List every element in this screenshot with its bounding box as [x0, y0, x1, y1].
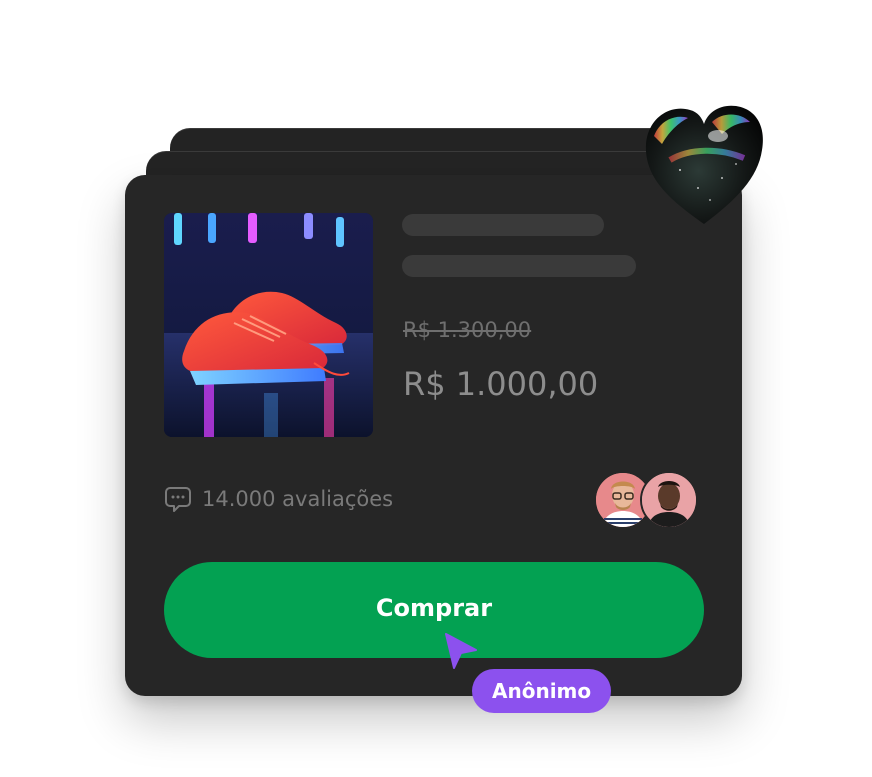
title-placeholder-line [402, 214, 604, 236]
cursor-user-label: Anônimo [472, 669, 612, 713]
subtitle-placeholder-line [402, 255, 636, 277]
reviewer-avatar-2[interactable] [640, 471, 698, 529]
reviews-link[interactable]: 14.000 avaliações [164, 485, 393, 513]
old-price: R$ 1.300,00 [403, 318, 532, 342]
heart-icon[interactable] [640, 100, 768, 232]
product-image[interactable] [164, 213, 373, 437]
current-price: R$ 1.000,00 [403, 365, 599, 403]
pointer-cursor-icon [444, 632, 478, 670]
buy-button[interactable]: Comprar [164, 562, 704, 658]
reviewer-avatars [594, 471, 700, 529]
reviews-count: 14.000 avaliações [202, 487, 394, 511]
chat-bubble-icon [164, 485, 192, 513]
